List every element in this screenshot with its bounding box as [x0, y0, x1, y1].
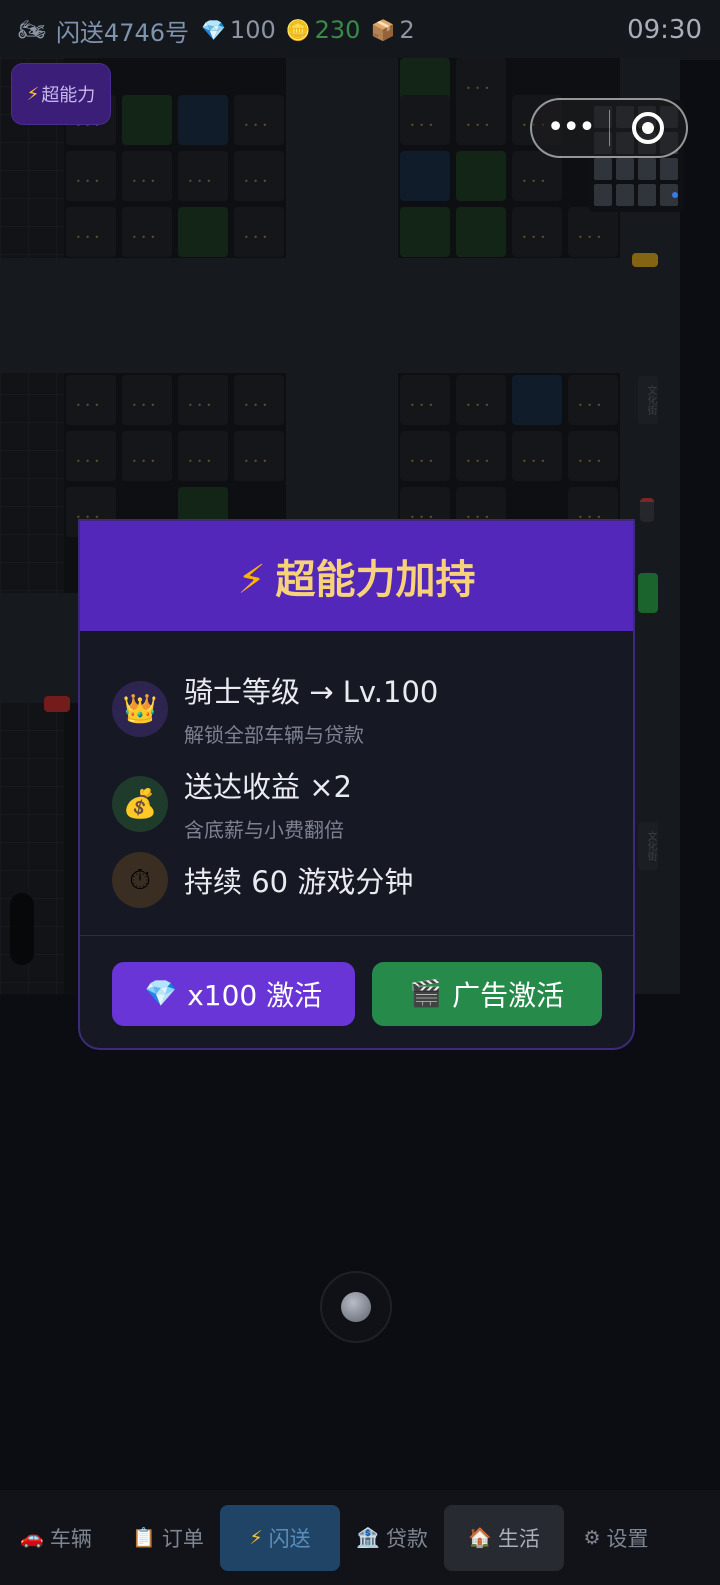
nav-tab-loans[interactable]: 🏦 贷款 — [332, 1505, 452, 1571]
player-location-dot — [672, 192, 678, 198]
perk-title: 骑士等级 → Lv.100 — [184, 675, 439, 709]
game-screen: 🏍 闪送4746号 💎 100 🪙 230 📦 2 09:30 • • • • … — [0, 0, 720, 1585]
perk-title: 送达收益 ×2 — [184, 770, 352, 804]
game-clock: 09:30 — [627, 15, 702, 45]
virtual-joystick[interactable] — [320, 1271, 392, 1343]
nav-label: 设置 — [606, 1526, 649, 1551]
money-bag-icon: 💰 — [112, 775, 168, 832]
package-icon: 📦 — [370, 18, 396, 42]
nav-tab-vehicles[interactable]: 🚗 车辆 — [0, 1505, 116, 1571]
crown-icon: 👑 — [112, 680, 168, 737]
house-icon: 🏠 — [468, 1527, 492, 1549]
modal-title-text: 超能力加持 — [275, 557, 476, 603]
nav-label: 闪送 — [268, 1526, 311, 1551]
target-close-icon[interactable] — [610, 112, 687, 144]
ad-button-label: 广告激活 — [452, 979, 565, 1012]
nav-tab-flash-delivery[interactable]: ⚡ 闪送 — [220, 1504, 340, 1571]
status-bar: 🏍 闪送4746号 💎 100 🪙 230 📦 2 09:30 — [0, 0, 720, 60]
perk-desc: 含底薪与小费翻倍 — [184, 818, 344, 842]
nav-label: 生活 — [497, 1526, 540, 1551]
diamond-counter: 💎 100 — [201, 16, 276, 44]
package-counter: 📦 2 — [370, 16, 414, 44]
modal-header: ⚡ 超能力加持 — [80, 521, 633, 631]
more-dots-icon[interactable]: ••• — [532, 113, 609, 143]
nav-label: 订单 — [161, 1526, 204, 1551]
bank-icon: 🏦 — [356, 1527, 380, 1549]
superpower-modal: ⚡ 超能力加持 👑 骑士等级 → Lv.100 解锁全部车辆与贷款 💰 送达收益 … — [78, 519, 635, 1050]
diamond-button-label: x100 激活 — [187, 979, 323, 1012]
diamond-count: 100 — [229, 16, 276, 44]
stopwatch-icon: ⏱ — [112, 852, 168, 908]
perk-desc: 解锁全部车辆与贷款 — [184, 723, 364, 747]
mini-program-capsule: ••• — [530, 98, 688, 158]
perk-title: 持续 60 游戏分钟 — [184, 865, 414, 899]
nav-tab-orders[interactable]: 📋 订单 — [108, 1505, 228, 1571]
gear-icon: ⚙ — [583, 1526, 601, 1549]
car-icon: 🚗 — [20, 1527, 44, 1549]
joystick-knob[interactable] — [341, 1292, 371, 1322]
motorbike-icon: 🏍 — [18, 17, 46, 43]
modal-title: ⚡ 超能力加持 — [237, 547, 475, 605]
superpower-button[interactable]: ⚡ 超能力 — [11, 63, 111, 125]
perk-income: 💰 送达收益 ×2 含底薪与小费翻倍 — [112, 764, 352, 843]
superpower-button-label: 超能力 — [41, 85, 96, 106]
diamond-icon: 💎 — [144, 979, 178, 1009]
clipboard-icon: 📋 — [132, 1527, 156, 1549]
modal-divider — [80, 935, 633, 936]
perk-duration: ⏱ 持续 60 游戏分钟 — [112, 852, 413, 908]
coin-count: 230 — [314, 16, 361, 44]
lightning-icon: ⚡ — [249, 1526, 263, 1549]
coin-counter: 🪙 230 — [286, 16, 361, 44]
nav-label: 车辆 — [49, 1526, 92, 1551]
nav-tab-life[interactable]: 🏠 生活 — [444, 1504, 564, 1571]
nav-label: 贷款 — [385, 1526, 428, 1551]
bottom-nav: 🚗 车辆 📋 订单 ⚡ 闪送 🏦 贷款 🏠 生活 ⚙ 设置 — [0, 1490, 720, 1585]
activate-with-ad-button[interactable]: 🎬 广告激活 — [372, 962, 602, 1026]
rider-name: 闪送4746号 — [55, 18, 190, 47]
lightning-icon: ⚡ — [26, 83, 40, 105]
diamond-icon: 💎 — [201, 18, 226, 42]
lightning-icon: ⚡ — [237, 557, 266, 603]
perk-rider-level: 👑 骑士等级 → Lv.100 解锁全部车辆与贷款 — [112, 669, 438, 748]
activate-with-diamonds-button[interactable]: 💎 x100 激活 — [112, 962, 355, 1026]
package-count: 2 — [399, 16, 415, 44]
clapperboard-icon: 🎬 — [409, 979, 443, 1009]
coin-icon: 🪙 — [285, 18, 311, 42]
nav-tab-settings[interactable]: ⚙ 设置 — [556, 1505, 676, 1571]
